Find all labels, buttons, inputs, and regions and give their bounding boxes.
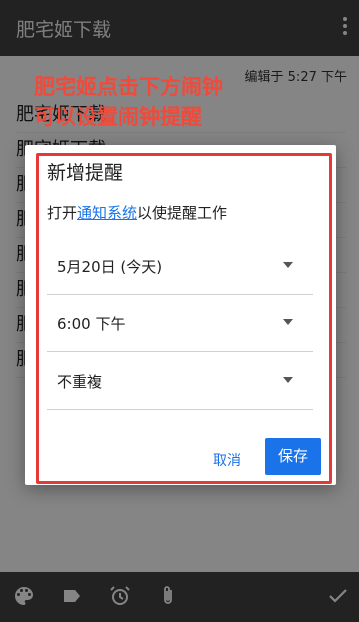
add-reminder-dialog: 新增提醒 打开通知系统以使提醒工作 5月20日 (今天) 6:00 下午 不重複… <box>25 145 336 485</box>
annotation-line-1: 肥宅姬点击下方闹钟 <box>34 75 223 99</box>
dropdown-arrow-icon <box>283 319 293 325</box>
save-button[interactable]: 保存 <box>265 438 321 475</box>
repeat-value: 不重複 <box>57 373 103 391</box>
time-dropdown[interactable]: 6:00 下午 <box>47 295 313 352</box>
dropdown-arrow-icon <box>283 377 293 383</box>
date-dropdown[interactable]: 5月20日 (今天) <box>47 238 313 295</box>
dialog-description: 打开通知系统以使提醒工作 <box>47 202 227 223</box>
desc-suffix: 以使提醒工作 <box>137 204 228 222</box>
date-value: 5月20日 (今天) <box>57 258 163 276</box>
annotation-line-2: 可以设置闹钟提醒 <box>34 105 202 129</box>
cancel-button[interactable]: 取消 <box>213 450 241 470</box>
dropdown-arrow-icon <box>283 262 293 268</box>
notification-settings-link[interactable]: 通知系统 <box>77 204 137 222</box>
dialog-title: 新增提醒 <box>47 162 124 184</box>
annotation-text: 肥宅姬点击下方闹钟 可以设置闹钟提醒 <box>34 72 223 132</box>
desc-prefix: 打开 <box>47 204 78 222</box>
time-value: 6:00 下午 <box>57 315 126 333</box>
repeat-dropdown[interactable]: 不重複 <box>47 353 313 410</box>
